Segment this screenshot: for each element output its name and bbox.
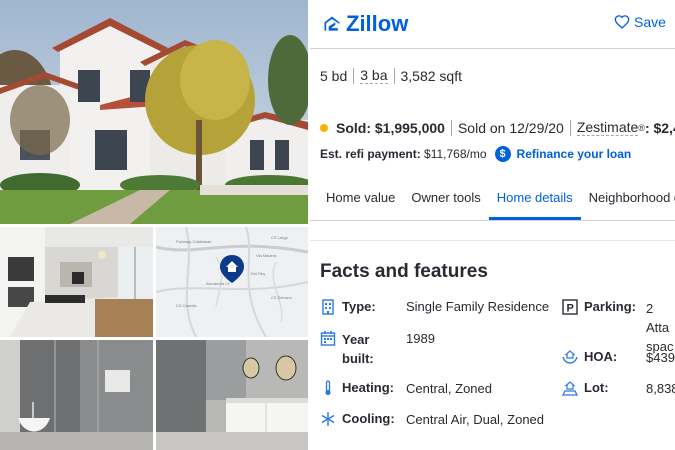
fact-heating-value-wrap: Central, Zoned: [406, 381, 492, 396]
parking-value: 2 Atta spac: [646, 299, 675, 356]
refi-label: Est. refi payment:: [320, 147, 421, 161]
zillow-house-icon: [324, 16, 340, 31]
calendar-icon: [320, 331, 336, 346]
fact-hoa: HOA:: [562, 349, 617, 365]
fact-lot: Lot:: [562, 380, 609, 396]
hoa-value: $439: [646, 350, 675, 365]
fact-lot-value-wrap: 8,838: [646, 381, 675, 396]
registered-mark: ®: [638, 122, 645, 133]
tab-home-details[interactable]: Home details: [488, 176, 581, 220]
year-label-line1: Year: [342, 332, 370, 347]
heart-icon: [614, 15, 630, 29]
refinance-link[interactable]: Refinance your loan: [517, 147, 632, 161]
map-street-label: CS Largo: [271, 235, 289, 240]
zillow-logo[interactable]: Zillow: [322, 11, 408, 37]
fact-cooling-value-wrap: Central Air, Dual, Zoned: [406, 412, 544, 427]
map-street-label: Via Madera: [256, 253, 277, 258]
heating-label: Heating:: [342, 380, 394, 395]
hoa-label: HOA:: [584, 349, 618, 364]
fact-year: Year built:: [320, 330, 374, 368]
snowflake-icon: [321, 412, 335, 426]
save-button[interactable]: Save: [614, 14, 666, 30]
divider: [393, 67, 395, 84]
lot-icon: [562, 381, 578, 396]
dollar-icon: $: [494, 146, 511, 162]
parking-value-line1: 2 Atta: [646, 301, 670, 335]
year-value: 1989: [406, 331, 435, 346]
status-dot: [320, 123, 328, 132]
detail-tabs: Home value Owner tools Home details Neig…: [310, 176, 675, 221]
building-icon: [322, 299, 334, 315]
parking-label: Parking:: [584, 299, 637, 314]
bathroom-photo[interactable]: [0, 340, 153, 450]
hands-house-icon: [562, 350, 578, 364]
fact-type: Type:: [320, 299, 376, 315]
map-street-label: CS Serrano: [271, 295, 293, 300]
tab-home-value[interactable]: Home value: [310, 176, 403, 220]
divider: [569, 119, 571, 136]
cooling-label: Cooling:: [342, 411, 395, 426]
map-street-label: CS Caseda: [176, 303, 197, 308]
tab-owner-tools[interactable]: Owner tools: [403, 176, 488, 220]
bathroom-photo[interactable]: [156, 340, 308, 450]
cooling-value: Central Air, Dual, Zoned: [406, 412, 545, 427]
refi-row: Est. refi payment: $11,768/mo $ Refinanc…: [320, 146, 631, 162]
logo-text: Zillow: [346, 11, 409, 36]
lot-value: 8,838: [646, 381, 675, 396]
fact-parking-value-wrap: 2 Atta spac: [646, 299, 675, 356]
facts-title: Facts and features: [320, 261, 488, 282]
fact-cooling: Cooling:: [320, 411, 395, 427]
kitchen-photo[interactable]: [0, 227, 153, 337]
save-label: Save: [634, 14, 666, 30]
map-street-label: Alexandra Ct: [206, 281, 230, 286]
photo-gallery: Parkway Calabasas Via Madera Alexandra C…: [0, 0, 310, 450]
refi-value: $11,768/mo: [424, 147, 487, 161]
baths-count[interactable]: 3 ba: [360, 67, 388, 84]
sold-date: Sold on 12/29/20: [457, 119, 564, 136]
fact-type-value-wrap: Single Family Residence: [406, 299, 549, 314]
year-label-line2: built:: [342, 351, 374, 366]
location-map[interactable]: Parkway Calabasas Via Madera Alexandra C…: [156, 227, 308, 337]
divider: [450, 119, 452, 136]
beds-count: 5 bd: [320, 67, 348, 84]
section-divider: [310, 240, 675, 241]
home-summary: 5 bd 3 ba 3,582 sqft: [320, 67, 462, 84]
zestimate-label[interactable]: Zestimate: [576, 119, 639, 136]
map-street-label: Parkway Calabasas: [176, 239, 211, 244]
listing-panel: Zillow Save 5 bd 3 ba 3,582 sqft Sold: $…: [310, 0, 675, 450]
sqft-value: 3,582 sqft: [400, 67, 463, 84]
parking-icon: P: [562, 299, 578, 315]
year-label: Year built:: [342, 330, 374, 368]
fact-year-value-wrap: 1989: [406, 331, 435, 346]
main-house-photo[interactable]: [0, 0, 308, 224]
svg-text:P: P: [567, 303, 574, 315]
map-street-label: Del Rey: [251, 271, 265, 276]
fact-parking: P Parking:: [562, 299, 636, 315]
sold-price: Sold: $1,995,000: [336, 119, 445, 136]
divider: [353, 67, 355, 84]
sale-status: Sold: $1,995,000 Sold on 12/29/20 Zestim…: [320, 119, 675, 136]
top-bar: Zillow Save: [310, 0, 675, 49]
lot-label: Lot:: [584, 380, 609, 395]
type-value: Single Family Residence: [406, 299, 550, 314]
heating-value: Central, Zoned: [406, 381, 492, 396]
thermometer-icon: [325, 380, 331, 396]
zestimate-value: : $2,464,7: [644, 119, 675, 136]
fact-hoa-value-wrap: $439: [646, 350, 675, 365]
type-label: Type:: [342, 299, 376, 314]
tab-neighborhood-details[interactable]: Neighborhood deta: [581, 176, 675, 220]
fact-heating: Heating:: [320, 380, 394, 396]
